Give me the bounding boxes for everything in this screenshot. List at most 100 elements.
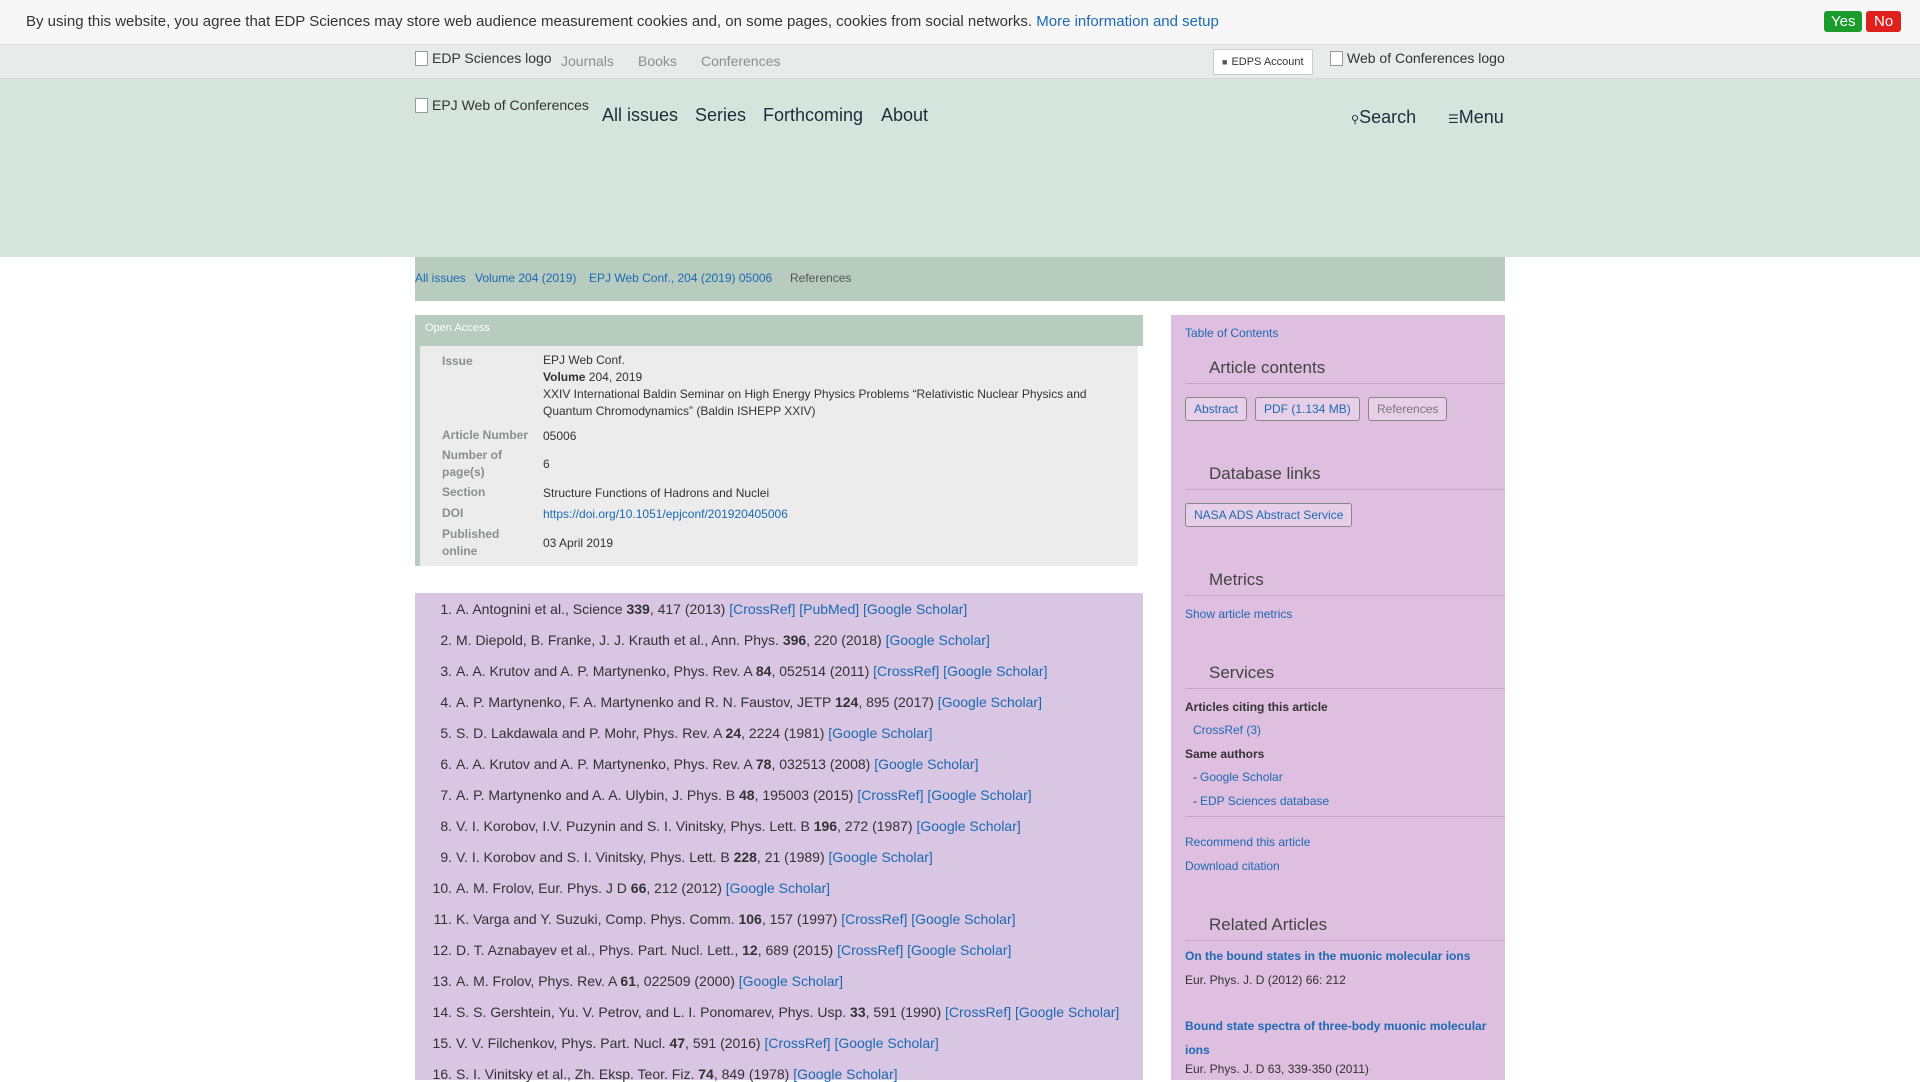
reference-links[interactable]: [Google Scholar] <box>874 756 978 772</box>
divider <box>1185 383 1505 384</box>
reference-text: A. A. Krutov and A. P. Martynenko, Phys.… <box>456 756 756 772</box>
abstract-button[interactable]: Abstract <box>1185 397 1248 421</box>
related-article-2-link[interactable]: Bound state spectra of three-body muonic… <box>1185 1014 1505 1062</box>
doi-label: DOI <box>442 506 464 520</box>
cookie-yes-button[interactable]: Yes <box>1824 11 1863 32</box>
user-icon: ■ <box>1222 57 1228 67</box>
broken-image-icon <box>415 97 428 113</box>
reference-item: 6. A. A. Krutov and A. P. Martynenko, Phy… <box>415 756 1143 772</box>
open-access-label: Open Access <box>425 322 490 334</box>
menu-button[interactable]: ☰Menu <box>1448 107 1504 128</box>
reference-number: 15. <box>432 1035 452 1051</box>
download-citation-link[interactable]: Download citation <box>1185 859 1280 873</box>
reference-item: 11. K. Varga and Y. Suzuki, Comp. Phys. C… <box>415 911 1143 927</box>
reference-links[interactable]: [Google Scholar] <box>829 849 933 865</box>
nav-series[interactable]: Series <box>695 105 746 126</box>
nav-journals[interactable]: Journals <box>561 53 614 69</box>
reference-text: S. D. Lakdawala and P. Mohr, Phys. Rev. … <box>456 725 726 741</box>
table-of-contents-link[interactable]: Table of Contents <box>1185 326 1278 340</box>
reference-item: 12. D. T. Aznabayev et al., Phys. Part. N… <box>415 942 1143 958</box>
cookie-more-info-link[interactable]: More information and setup <box>1036 13 1219 30</box>
epj-logo[interactable]: EPJ Web of Conferences <box>415 97 589 113</box>
reference-text: V. V. Filchenkov, Phys. Part. Nucl. <box>456 1035 670 1051</box>
nav-forthcoming[interactable]: Forthcoming <box>763 105 863 126</box>
pages-value: 6 <box>543 457 550 471</box>
edp-database-link[interactable]: EDP Sciences database <box>1200 794 1329 808</box>
reference-volume: 78 <box>755 756 772 772</box>
search-icon: ⚲ <box>1351 114 1360 126</box>
breadcrumb-volume[interactable]: Volume 204 (2019) <box>475 271 576 285</box>
nav-about[interactable]: About <box>881 105 928 126</box>
reference-links[interactable]: [Google Scholar] <box>916 818 1020 834</box>
reference-number: 5. <box>440 725 452 741</box>
reference-links[interactable]: [Google Scholar] <box>938 694 1042 710</box>
reference-links[interactable]: [CrossRef] [Google Scholar] <box>764 1035 938 1051</box>
reference-links[interactable]: [Google Scholar] <box>828 725 932 741</box>
reference-links[interactable]: [CrossRef] [Google Scholar] <box>945 1004 1119 1020</box>
divider <box>1185 816 1505 817</box>
reference-item: 9. V. I. Korobov and S. I. Vinitsky, Phys… <box>415 849 1143 865</box>
reference-text: D. T. Aznabayev et al., Phys. Part. Nucl… <box>456 942 743 958</box>
reference-links[interactable]: [Google Scholar] <box>726 880 830 896</box>
search-button[interactable]: ⚲Search <box>1351 107 1416 128</box>
pdf-button[interactable]: PDF (1.134 MB) <box>1255 397 1360 421</box>
references-button[interactable]: References <box>1368 397 1448 421</box>
nav-books[interactable]: Books <box>638 53 677 69</box>
google-scholar-link[interactable]: Google Scholar <box>1200 770 1283 784</box>
reference-number: 6. <box>440 756 452 772</box>
reference-item: 4. A. P. Martynenko, F. A. Martynenko and… <box>415 694 1143 710</box>
reference-links[interactable]: [Google Scholar] <box>739 973 843 989</box>
reference-volume: 339 <box>626 601 650 617</box>
issue-label: Issue <box>442 354 473 368</box>
breadcrumb-article[interactable]: EPJ Web Conf., 204 (2019) 05006 <box>589 271 772 285</box>
cookie-no-button[interactable]: No <box>1866 11 1902 32</box>
section-value: Structure Functions of Hadrons and Nucle… <box>543 486 770 500</box>
reference-links[interactable]: [CrossRef] [PubMed] [Google Scholar] <box>729 601 967 617</box>
nasa-ads-button[interactable]: NASA ADS Abstract Service <box>1185 503 1353 527</box>
reference-links[interactable]: [CrossRef] [Google Scholar] <box>841 911 1015 927</box>
recommend-link[interactable]: Recommend this article <box>1185 835 1310 849</box>
reference-text: A. M. Frolov, Phys. Rev. A <box>456 973 621 989</box>
reference-pages: , 022509 (2000) <box>636 973 739 989</box>
article-number-value: 05006 <box>543 429 577 443</box>
crossref-citing-link[interactable]: CrossRef (3) <box>1193 723 1261 737</box>
pages-label: Number of page(s) <box>442 448 502 479</box>
reference-volume: 48 <box>739 787 755 803</box>
broken-image-icon <box>415 50 428 66</box>
services-heading: Services <box>1209 663 1275 682</box>
reference-item: 2. M. Diepold, B. Franke, J. J. Krauth et… <box>415 632 1143 648</box>
published-label: Published online <box>442 527 500 558</box>
reference-item: 13. A. M. Frolov, Phys. Rev. A 61, 022509… <box>415 973 1143 989</box>
reference-links[interactable]: [CrossRef] [Google Scholar] <box>837 942 1011 958</box>
edp-sciences-logo[interactable]: EDP Sciences logo <box>415 50 552 66</box>
reference-text: M. Diepold, B. Franke, J. J. Krauth et a… <box>456 632 783 648</box>
nav-all-issues[interactable]: All issues <box>602 105 678 126</box>
reference-item: 15. V. V. Filchenkov, Phys. Part. Nucl. 4… <box>415 1035 1143 1051</box>
reference-links[interactable]: [Google Scholar] <box>886 632 990 648</box>
reference-number: 4. <box>440 694 452 710</box>
reference-number: 8. <box>440 818 452 834</box>
reference-volume: 106 <box>738 911 762 927</box>
reference-pages: , 417 (2013) <box>649 601 730 617</box>
show-metrics-link[interactable]: Show article metrics <box>1185 607 1292 621</box>
nav-conferences[interactable]: Conferences <box>701 53 780 69</box>
edps-account-button[interactable]: ■ EDPS Account <box>1213 49 1313 75</box>
issue-title: XXIV International Baldin Seminar on Hig… <box>543 387 1087 418</box>
reference-pages: , 220 (2018) <box>806 632 886 648</box>
reference-item: 3. A. A. Krutov and A. P. Martynenko, Phy… <box>415 663 1143 679</box>
doi-link[interactable]: https://doi.org/10.1051/epjconf/20192040… <box>543 506 1103 523</box>
edps-account-label: EDPS Account <box>1231 56 1304 68</box>
reference-volume: 24 <box>725 725 742 741</box>
reference-number: 11. <box>433 911 452 927</box>
reference-volume: 196 <box>813 818 838 834</box>
related-article-1-link[interactable]: On the bound states in the muonic molecu… <box>1185 949 1505 963</box>
web-of-conferences-logo[interactable]: Web of Conferences logo <box>1330 50 1505 66</box>
reference-links[interactable]: [CrossRef] [Google Scholar] <box>873 663 1047 679</box>
reference-volume: 228 <box>733 849 757 865</box>
reference-volume: 12 <box>742 942 758 958</box>
published-value: 03 April 2019 <box>543 536 614 550</box>
cookie-message: By using this website, you agree that ED… <box>26 13 1219 30</box>
open-access-bar: Open Access <box>415 315 1143 346</box>
reference-links[interactable]: [CrossRef] [Google Scholar] <box>857 787 1031 803</box>
breadcrumb-all-issues[interactable]: All issues <box>415 271 466 285</box>
